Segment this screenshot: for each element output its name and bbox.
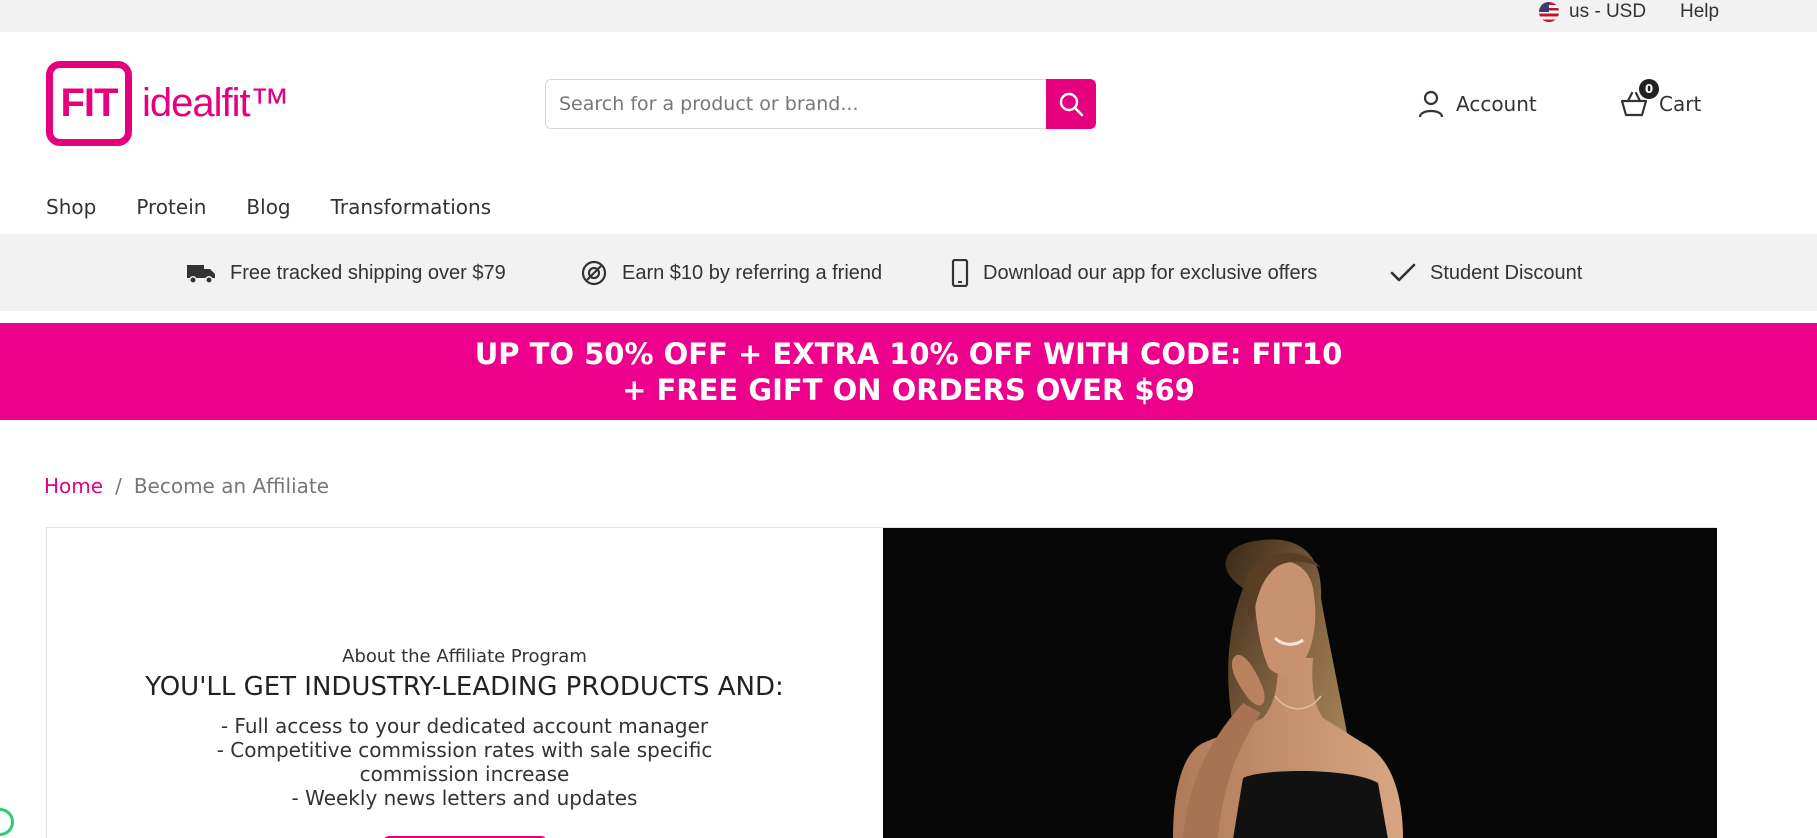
logo[interactable]: FIT idealfit™: [46, 61, 290, 146]
list-item: - Competitive commission rates with sale…: [216, 738, 713, 786]
help-link[interactable]: Help: [1680, 0, 1719, 24]
breadcrumb: Home / Become an Affiliate: [44, 471, 329, 501]
promo-line-2: + FREE GIFT ON ORDERS OVER $69: [622, 372, 1195, 407]
account-link[interactable]: Account: [1418, 88, 1537, 120]
currency-label: us - USD: [1569, 1, 1647, 22]
user-icon: [1418, 90, 1444, 118]
benefit-label: Download our app for exclusive offers: [983, 261, 1318, 284]
nav-item-shop[interactable]: Shop: [46, 192, 96, 222]
main-nav: Shop Protein Blog Transformations: [46, 192, 491, 222]
athlete-photo: [883, 528, 1717, 838]
affiliate-hero-image: [883, 528, 1717, 838]
benefit-referral[interactable]: Earn $10 by referring a friend: [580, 258, 882, 288]
breadcrumb-current: Become an Affiliate: [133, 474, 330, 498]
utility-bar: us - USD Help: [0, 0, 1817, 32]
breadcrumb-home[interactable]: Home: [44, 474, 103, 498]
cart-count-badge: 0: [1639, 79, 1659, 99]
search-icon: [1059, 92, 1084, 117]
benefit-shipping[interactable]: Free tracked shipping over $79: [186, 258, 506, 288]
breadcrumb-separator: /: [115, 474, 122, 498]
cart-icon-wrap: 0: [1619, 79, 1659, 119]
search-input[interactable]: [545, 79, 1046, 129]
affiliate-overline: About the Affiliate Program: [342, 646, 587, 667]
nav-item-protein[interactable]: Protein: [136, 192, 206, 222]
account-label: Account: [1456, 92, 1537, 116]
cart-label: Cart: [1659, 92, 1702, 116]
benefit-app[interactable]: Download our app for exclusive offers: [951, 258, 1317, 288]
phone-icon: [951, 259, 969, 287]
us-flag-icon: [1539, 2, 1559, 22]
nav-item-transformations[interactable]: Transformations: [331, 192, 491, 222]
referral-icon: [581, 260, 607, 286]
affiliate-text-block: About the Affiliate Program YOU'LL GET I…: [47, 646, 882, 810]
search-button[interactable]: [1046, 79, 1096, 129]
promo-line-1: UP TO 50% OFF + EXTRA 10% OFF WITH CODE:…: [474, 336, 1343, 371]
affiliate-heading: YOU'LL GET INDUSTRY-LEADING PRODUCTS AND…: [145, 672, 784, 702]
benefits-strip: Free tracked shipping over $79 Earn $10 …: [0, 234, 1817, 311]
benefit-label: Earn $10 by referring a friend: [622, 261, 883, 284]
logo-mark: FIT: [46, 61, 132, 146]
promo-banner[interactable]: UP TO 50% OFF + EXTRA 10% OFF WITH CODE:…: [0, 323, 1817, 420]
search-bar: [545, 79, 1096, 129]
benefit-label: Free tracked shipping over $79: [230, 261, 506, 284]
list-item: - Weekly news letters and updates: [291, 786, 638, 810]
affiliate-benefits-list: - Full access to your dedicated account …: [47, 714, 882, 810]
currency-selector[interactable]: us - USD: [1539, 0, 1646, 24]
truck-icon: [187, 265, 215, 284]
cart-link[interactable]: 0 Cart: [1619, 79, 1702, 120]
list-item: - Full access to your dedicated account …: [220, 714, 709, 738]
chat-widget-button[interactable]: [0, 808, 14, 836]
benefit-student[interactable]: Student Discount: [1390, 258, 1582, 288]
benefit-label: Student Discount: [1430, 261, 1583, 284]
logo-wordmark: idealfit™: [142, 81, 290, 125]
nav-item-blog[interactable]: Blog: [246, 192, 290, 222]
affiliate-panel: About the Affiliate Program YOU'LL GET I…: [46, 527, 1717, 838]
check-icon: [1390, 263, 1416, 282]
